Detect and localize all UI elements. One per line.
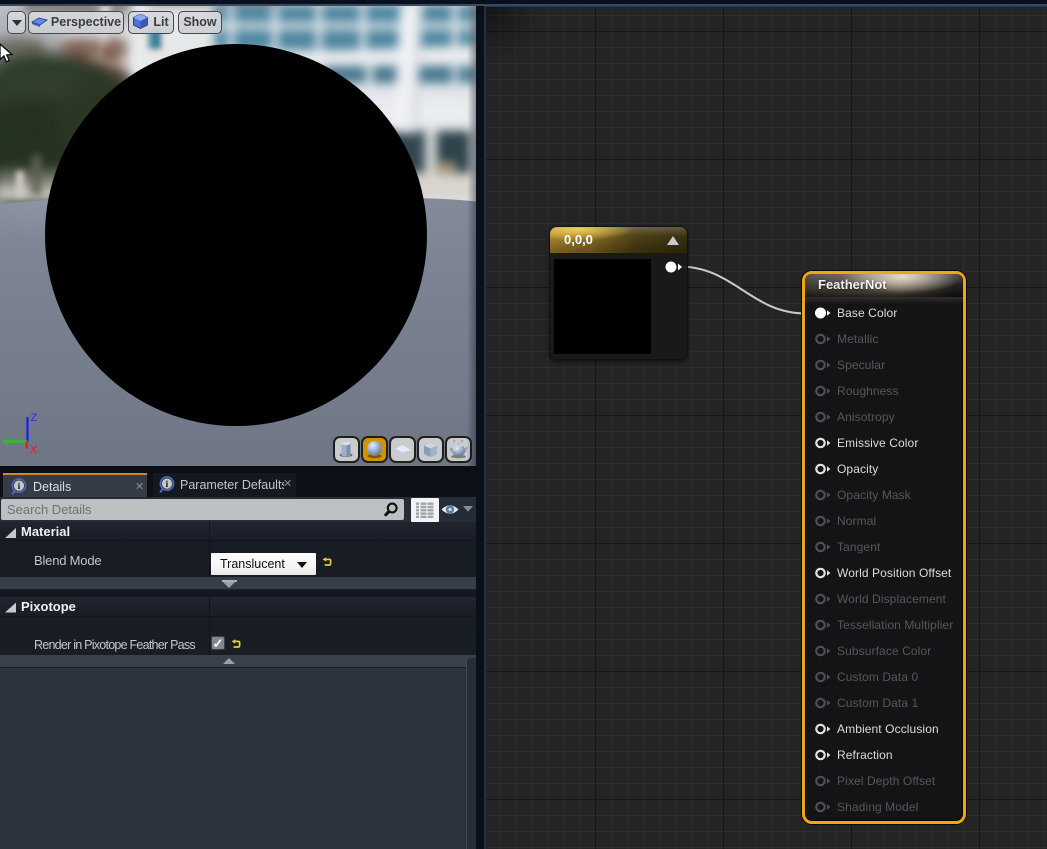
svg-text:Y: Y <box>4 437 12 449</box>
svg-text:i: i <box>166 480 169 490</box>
svg-text:X: X <box>30 444 38 456</box>
svg-text:Z: Z <box>31 412 38 424</box>
svg-text:i: i <box>18 482 21 492</box>
